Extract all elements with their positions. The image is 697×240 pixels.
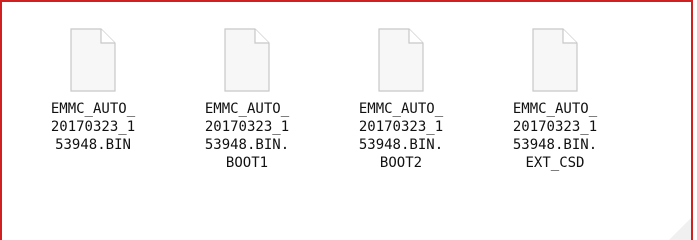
page-fold-corner [669, 218, 691, 240]
file-grid: EMMC_AUTO_ 20170323_1 53948.BIN EMMC_AUT… [16, 28, 632, 172]
generic-file-icon [378, 28, 424, 92]
generic-file-icon [224, 28, 270, 92]
file-name-label: EMMC_AUTO_ 20170323_1 53948.BIN. EXT_CSD [512, 101, 598, 171]
file-item-bin[interactable]: EMMC_AUTO_ 20170323_1 53948.BIN [16, 28, 170, 172]
file-name-label: EMMC_AUTO_ 20170323_1 53948.BIN [50, 101, 136, 153]
file-item-ext-csd[interactable]: EMMC_AUTO_ 20170323_1 53948.BIN. EXT_CSD [478, 28, 632, 172]
file-item-boot1[interactable]: EMMC_AUTO_ 20170323_1 53948.BIN. BOOT1 [170, 28, 324, 172]
folder-view-frame: EMMC_AUTO_ 20170323_1 53948.BIN EMMC_AUT… [0, 0, 693, 240]
file-name-label: EMMC_AUTO_ 20170323_1 53948.BIN. BOOT1 [204, 101, 290, 171]
generic-file-icon [70, 28, 116, 92]
generic-file-icon [532, 28, 578, 92]
file-name-label: EMMC_AUTO_ 20170323_1 53948.BIN. BOOT2 [358, 101, 444, 171]
file-item-boot2[interactable]: EMMC_AUTO_ 20170323_1 53948.BIN. BOOT2 [324, 28, 478, 172]
